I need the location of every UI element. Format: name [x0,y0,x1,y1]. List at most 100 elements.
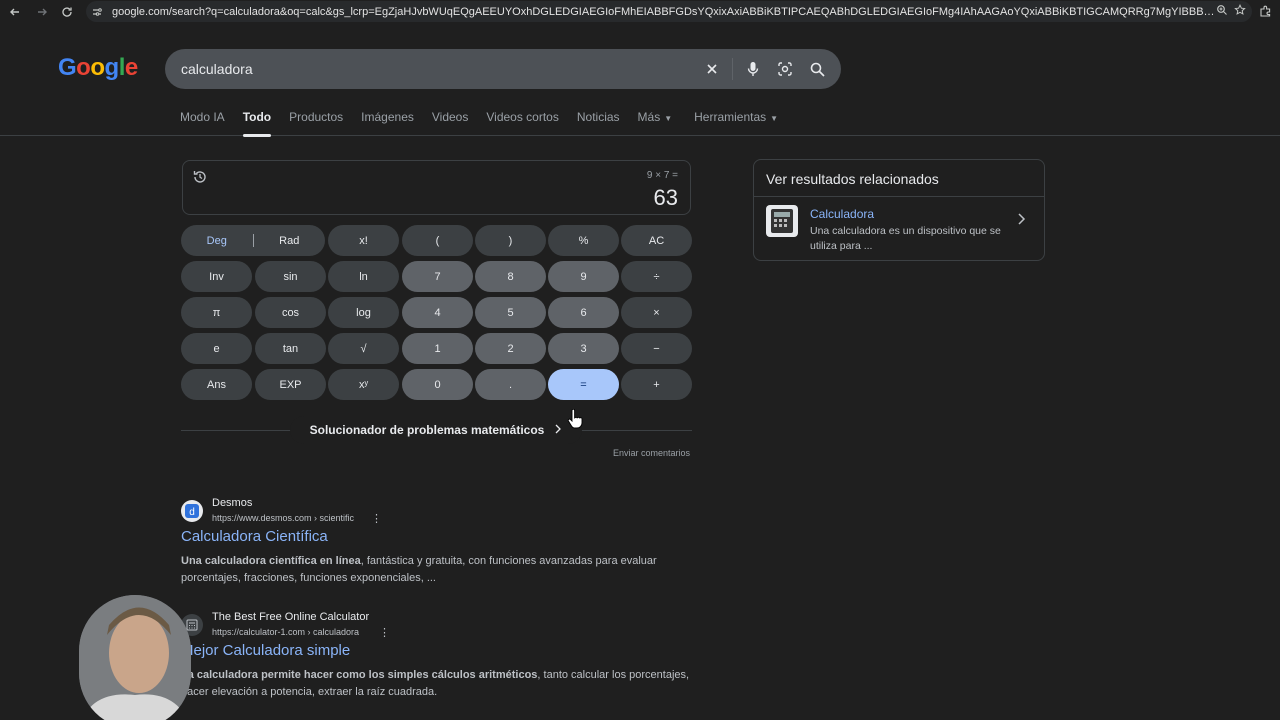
tab-videos[interactable]: Videos [432,110,476,132]
key-close-paren[interactable]: ) [475,225,546,256]
key-minus[interactable]: − [621,333,692,364]
chevron-right-icon[interactable] [1016,212,1028,226]
caret-down-icon: ▼ [664,114,673,123]
key-power[interactable]: xʸ [328,369,399,400]
forward-icon[interactable] [30,1,54,23]
clear-icon[interactable] [696,53,728,85]
microphone-icon[interactable] [737,53,769,85]
deg-option[interactable]: Deg [181,235,253,247]
key-plus[interactable]: + [621,369,692,400]
google-logo[interactable]: Google [58,54,138,82]
search-box[interactable]: calculadora [165,49,841,89]
key-exp[interactable]: EXP [255,369,326,400]
calculator-thumbnail[interactable] [766,205,798,237]
key-cos[interactable]: cos [255,297,326,328]
search-divider [732,58,733,80]
key-ln[interactable]: ln [328,261,399,292]
result-title[interactable]: Calculadora Científica [181,528,328,545]
tab-noticias[interactable]: Noticias [577,110,628,132]
key-sin[interactable]: sin [255,261,326,292]
tab-todo[interactable]: Todo [242,110,279,137]
key-8[interactable]: 8 [475,261,546,292]
key-log[interactable]: log [328,297,399,328]
site-settings-icon[interactable] [86,2,108,22]
math-solver-button[interactable]: Solucionador de problemas matemáticos [290,416,582,444]
address-bar[interactable]: google.com/search?q=calculadora&oq=calc&… [86,1,1252,22]
search-results-page: Google calculadora Modo IA Todo Producto… [0,24,1280,720]
key-1[interactable]: 1 [402,333,473,364]
snippet-highlight: Una calculadora científica en línea [181,555,361,567]
history-icon[interactable] [192,169,210,187]
lens-camera-icon[interactable] [769,53,801,85]
result-site-name[interactable]: Desmos [212,497,252,509]
reload-icon[interactable] [55,1,79,23]
key-decimal[interactable]: . [475,369,546,400]
result-snippet: La calculadora permite hacer como los si… [181,667,701,701]
search-tabs: Modo IA Todo Productos Imágenes Videos V… [180,110,796,137]
search-icon[interactable] [801,53,833,85]
key-euler[interactable]: e [181,333,252,364]
back-icon[interactable] [3,1,27,23]
tab-herramientas-label: Herramientas [694,110,767,124]
result-title[interactable]: Mejor Calculadora simple [181,642,350,659]
logo-letter: G [58,54,77,81]
key-5[interactable]: 5 [475,297,546,328]
logo-letter: o [76,54,91,81]
related-result-description: Una calculadora es un dispositivo que se… [810,225,1001,252]
chevron-right-icon [554,423,562,437]
key-answer[interactable]: Ans [181,369,252,400]
calculator-display: 9 × 7 = 63 [182,160,691,215]
webcam-overlay [79,595,191,720]
key-9[interactable]: 9 [548,261,619,292]
related-result-title[interactable]: Calculadora [810,207,874,221]
deg-rad-toggle[interactable]: Deg Rad [181,225,325,256]
tab-imagenes[interactable]: Imágenes [361,110,422,132]
result-url[interactable]: https://www.desmos.com › scientific [212,513,354,523]
logo-letter: e [124,54,138,81]
math-solver-label: Solucionador de problemas matemáticos [309,423,545,437]
result-snippet: Una calculadora científica en línea, fan… [181,553,701,587]
svg-text:d: d [189,507,195,518]
key-2[interactable]: 2 [475,333,546,364]
key-7[interactable]: 7 [402,261,473,292]
desmos-favicon: d [181,500,203,522]
key-factorial[interactable]: x! [328,225,399,256]
tab-videos-cortos[interactable]: Videos cortos [486,110,567,132]
key-sqrt[interactable]: √ [328,333,399,364]
send-feedback-link[interactable]: Enviar comentarios [613,448,690,458]
search-input[interactable]: calculadora [165,61,696,77]
tab-herramientas[interactable]: Herramientas ▼ [694,110,786,132]
tab-modo-ia[interactable]: Modo IA [180,110,233,132]
related-results-heading: Ver resultados relacionados [754,160,1044,197]
calculator-result: 63 [653,185,678,210]
tab-mas[interactable]: Más ▼ [638,110,681,132]
hand-cursor-icon [567,408,583,429]
key-tan[interactable]: tan [255,333,326,364]
rad-option[interactable]: Rad [254,235,326,247]
extensions-icon[interactable] [1256,2,1274,20]
tab-productos[interactable]: Productos [289,110,351,132]
result-url[interactable]: https://calculator-1.com › calculadora [212,627,359,637]
key-3[interactable]: 3 [548,333,619,364]
bookmark-star-icon[interactable] [1234,3,1246,21]
browser-toolbar: google.com/search?q=calculadora&oq=calc&… [0,0,1280,24]
logo-letter: o [90,54,105,81]
more-options-icon[interactable]: ⋮ [371,512,382,525]
more-options-icon[interactable]: ⋮ [379,626,390,639]
result-site-name[interactable]: The Best Free Online Calculator [212,611,369,623]
zoom-icon[interactable] [1216,3,1228,21]
key-4[interactable]: 4 [402,297,473,328]
key-all-clear[interactable]: AC [621,225,692,256]
logo-letter: g [104,54,120,81]
key-equals[interactable]: = [548,369,619,400]
key-divide[interactable]: ÷ [621,261,692,292]
key-inverse[interactable]: Inv [181,261,252,292]
key-0[interactable]: 0 [402,369,473,400]
key-percent[interactable]: % [548,225,619,256]
url-text: google.com/search?q=calculadora&oq=calc&… [112,5,1216,18]
key-multiply[interactable]: × [621,297,692,328]
key-open-paren[interactable]: ( [402,225,473,256]
key-pi[interactable]: π [181,297,252,328]
tab-mas-label: Más [637,110,661,124]
key-6[interactable]: 6 [548,297,619,328]
